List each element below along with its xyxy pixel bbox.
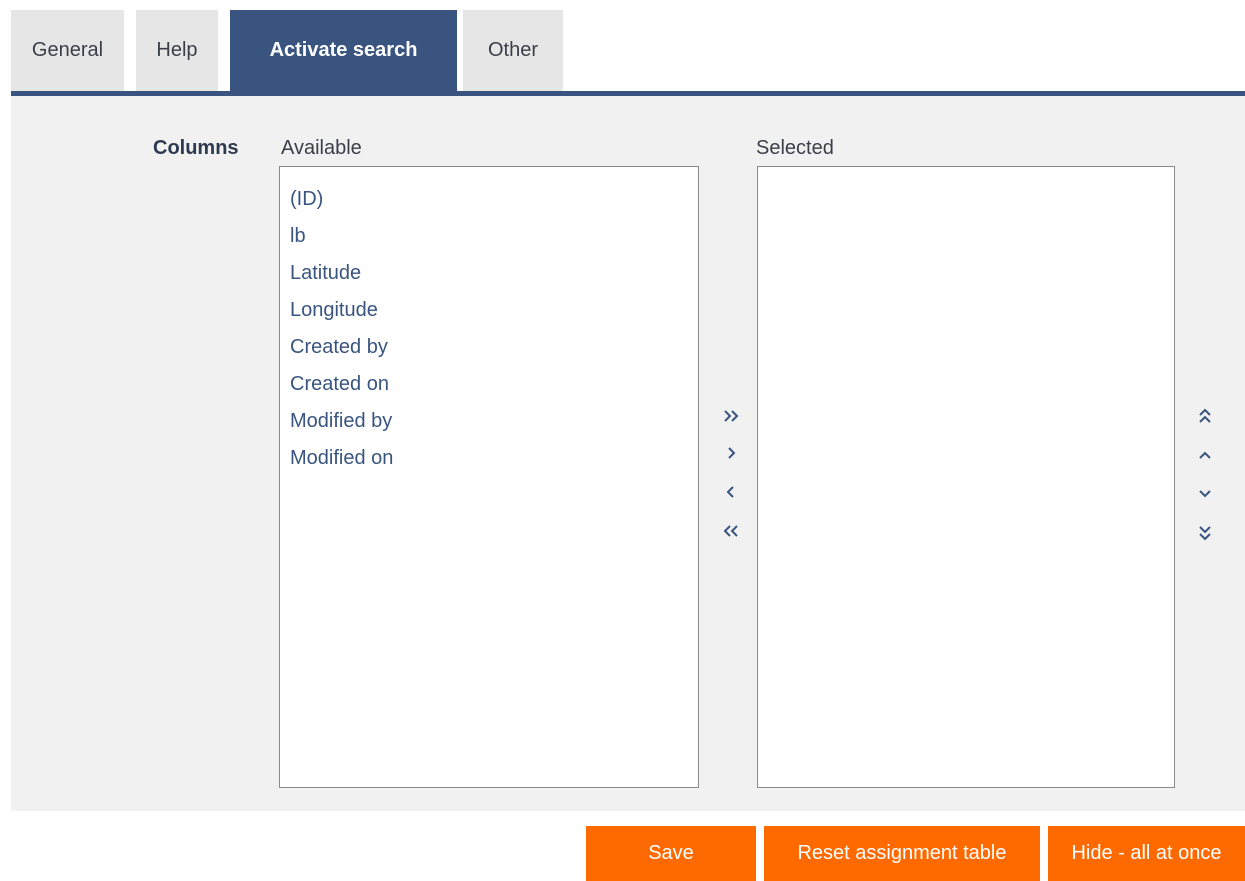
move-bottom-icon[interactable] (1190, 518, 1220, 548)
list-item[interactable]: Created by (290, 329, 698, 366)
tab-general[interactable]: General (11, 10, 124, 91)
hide-all-at-once-button[interactable]: Hide - all at once (1048, 826, 1245, 881)
move-down-icon[interactable] (1190, 479, 1220, 509)
reset-assignment-table-button[interactable]: Reset assignment table (764, 826, 1040, 881)
list-item[interactable]: Modified on (290, 440, 698, 477)
available-columns-list[interactable]: (ID) lb Latitude Longitude Created by Created… (279, 166, 699, 788)
move-up-icon[interactable] (1190, 440, 1220, 470)
list-item[interactable]: (ID) (290, 181, 698, 218)
tab-activate-search[interactable]: Activate search (230, 10, 457, 91)
save-button[interactable]: Save (586, 826, 756, 881)
selected-columns-list[interactable] (757, 166, 1175, 788)
list-item[interactable]: Latitude (290, 255, 698, 292)
move-all-left-icon[interactable] (716, 516, 746, 546)
list-item[interactable]: lb (290, 218, 698, 255)
list-item[interactable]: Longitude (290, 292, 698, 329)
move-top-icon[interactable] (1190, 401, 1220, 431)
tab-other[interactable]: Other (463, 10, 563, 91)
move-left-icon[interactable] (716, 477, 746, 507)
move-all-right-icon[interactable] (716, 401, 746, 431)
move-right-icon[interactable] (716, 438, 746, 468)
selected-label: Selected (756, 137, 834, 159)
list-item[interactable]: Modified by (290, 403, 698, 440)
tab-help[interactable]: Help (136, 10, 218, 91)
columns-label: Columns (153, 137, 239, 159)
available-label: Available (281, 137, 362, 159)
list-item[interactable]: Created on (290, 366, 698, 403)
